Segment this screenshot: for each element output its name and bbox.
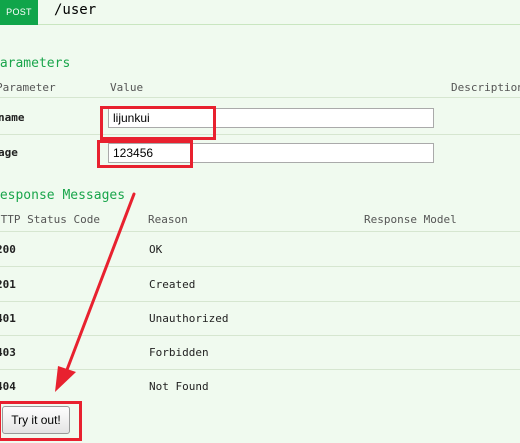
annotation-arrow-icon: [55, 192, 136, 392]
